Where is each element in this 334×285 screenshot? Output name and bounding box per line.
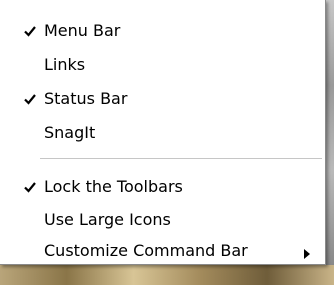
menu-item-lock-the-toolbars[interactable]: Lock the Toolbars [0, 172, 324, 202]
menu-item-label: Status Bar [44, 89, 128, 108]
menu-item-label: Use Large Icons [44, 210, 171, 229]
toolbar-context-menu: Menu Bar Links Status Bar SnagIt Lock th… [0, 0, 326, 265]
menu-item-label: Customize Command Bar [44, 241, 248, 260]
background-window-content [0, 265, 334, 285]
menu-item-status-bar[interactable]: Status Bar [0, 84, 324, 114]
menu-item-label: Lock the Toolbars [44, 177, 183, 196]
menu-item-label: Links [44, 55, 86, 74]
menu-item-menu-bar[interactable]: Menu Bar [0, 16, 324, 46]
menu-item-customize-command-bar[interactable]: Customize Command Bar [0, 236, 324, 266]
menu-item-label: Menu Bar [44, 21, 121, 40]
menu-item-label: SnagIt [44, 123, 96, 142]
background-window-edge [326, 0, 334, 285]
checkmark-icon [22, 179, 38, 195]
menu-item-use-large-icons[interactable]: Use Large Icons [0, 205, 324, 235]
checkmark-icon [22, 91, 38, 107]
screen: Menu Bar Links Status Bar SnagIt Lock th… [0, 0, 334, 285]
menu-item-links[interactable]: Links [0, 50, 324, 80]
checkmark-icon [22, 23, 38, 39]
submenu-arrow-icon [303, 245, 311, 259]
menu-item-snagit[interactable]: SnagIt [0, 118, 324, 148]
menu-separator [40, 158, 322, 159]
